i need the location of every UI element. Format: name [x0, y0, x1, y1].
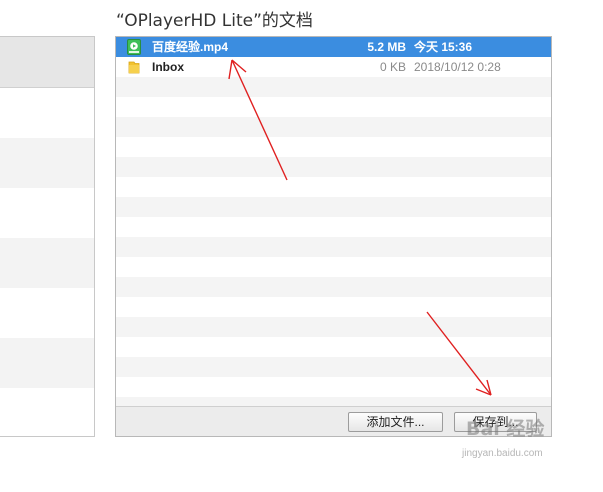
file-size: 5.2 MB [367, 40, 406, 54]
empty-row [116, 257, 551, 277]
empty-row [116, 237, 551, 257]
app-list-row[interactable] [0, 188, 94, 238]
empty-row [116, 157, 551, 177]
file-date: 今天 15:36 [414, 40, 473, 54]
empty-row [116, 337, 551, 357]
file-row-folder[interactable]: Inbox 0 KB 2018/10/12 0:28 [116, 57, 551, 77]
add-file-button[interactable]: 添加文件... [348, 412, 443, 432]
app-list-row[interactable] [0, 238, 94, 288]
app-list-row[interactable] [0, 338, 94, 388]
app-list-row[interactable] [0, 88, 94, 138]
empty-row [116, 77, 551, 97]
empty-row [116, 217, 551, 237]
app-list-row[interactable] [0, 388, 94, 438]
file-list: 百度经验.mp4 5.2 MB 今天 15:36 Inbox 0 KB 2018… [116, 37, 551, 408]
empty-row [116, 297, 551, 317]
empty-row [116, 357, 551, 377]
app-list-panel [0, 36, 95, 437]
file-browser: 百度经验.mp4 5.2 MB 今天 15:36 Inbox 0 KB 2018… [115, 36, 552, 437]
file-size: 0 KB [379, 60, 406, 74]
empty-row [116, 377, 551, 397]
watermark-url: jingyan.baidu.com [462, 448, 543, 459]
empty-row [116, 177, 551, 197]
empty-row [116, 97, 551, 117]
empty-row [116, 137, 551, 157]
empty-row [116, 317, 551, 337]
folder-icon [126, 59, 142, 75]
watermark-brand: Bai 经验 [466, 418, 545, 440]
baidu-watermark: Bai 经验 jingyan.baidu.com [452, 408, 602, 492]
app-list-header [0, 37, 94, 88]
documents-title: “OPlayerHD Lite”的文档 [116, 11, 313, 31]
empty-row [116, 117, 551, 137]
file-name: 百度经验.mp4 [152, 40, 229, 54]
app-list-row[interactable] [0, 138, 94, 188]
app-list-row[interactable] [0, 288, 94, 338]
empty-row [116, 277, 551, 297]
file-name: Inbox [152, 60, 184, 74]
file-row-video[interactable]: 百度经验.mp4 5.2 MB 今天 15:36 [116, 37, 551, 57]
video-file-icon [126, 39, 142, 55]
file-date: 2018/10/12 0:28 [414, 60, 501, 74]
empty-row [116, 197, 551, 217]
